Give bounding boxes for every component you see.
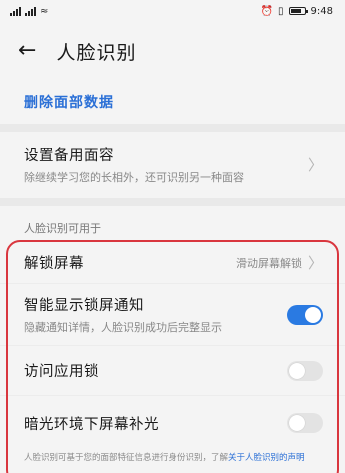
delete-face-data-row: 删除面部数据	[0, 80, 345, 122]
low-light-fill-toggle[interactable]	[287, 413, 323, 433]
backup-face-subtitle: 除继续学习您的长相外，还可识别另一种面容	[24, 170, 244, 184]
status-bar: ≈ ⏰ ▯ 9:48	[0, 0, 345, 22]
signal-icon	[10, 6, 21, 16]
backup-face-text: 设置备用面容 除继续学习您的长相外，还可识别另一种面容	[24, 144, 244, 185]
backup-face-row[interactable]: 设置备用面容 除继续学习您的长相外，还可识别另一种面容 〉	[0, 132, 345, 196]
battery-icon	[288, 7, 308, 15]
status-right: ⏰ ▯ 9:48	[261, 6, 333, 17]
footer-note: 人脸识别可基于您的面部特征信息进行身份识别，了解关于人脸识别的声明	[0, 452, 345, 464]
page-title: 人脸识别	[56, 41, 137, 64]
unlock-screen-value: 滑动屏幕解锁	[235, 256, 302, 270]
chevron-right-icon: 〉	[307, 254, 323, 272]
app-lock-title: 访问应用锁	[24, 364, 99, 380]
section-label: 人脸识别可用于	[24, 222, 101, 235]
unlock-screen-value-group: 滑动屏幕解锁 〉	[236, 252, 323, 273]
low-light-fill-row: 暗光环境下屏幕补光	[0, 396, 345, 450]
status-left: ≈	[10, 6, 48, 17]
smart-notifications-row: 智能显示锁屏通知 隐藏通知详情，人脸识别成功后完整显示	[0, 284, 345, 346]
signal-icon	[25, 6, 36, 16]
alarm-icon: ⏰	[260, 5, 274, 17]
toggle-knob	[305, 306, 321, 323]
smart-notifications-subtitle: 隐藏通知详情，人脸识别成功后完整显示	[24, 321, 222, 334]
vibrate-icon: ▯	[278, 5, 284, 17]
smart-notifications-title: 智能显示锁屏通知	[24, 298, 144, 314]
title-bar: ← 人脸识别	[0, 22, 345, 80]
smart-notifications-text: 智能显示锁屏通知 隐藏通知详情，人脸识别成功后完整显示	[24, 294, 222, 335]
status-time: 9:48	[310, 5, 333, 17]
wifi-icon: ≈	[40, 5, 49, 17]
toggle-knob	[289, 362, 305, 379]
smart-notifications-toggle[interactable]	[287, 304, 323, 325]
section-divider	[0, 198, 345, 206]
unlock-screen-title: 解锁屏幕	[24, 256, 84, 272]
backup-face-title: 设置备用面容	[24, 147, 114, 164]
chevron-right-icon: 〉	[307, 155, 323, 174]
unlock-screen-row[interactable]: 解锁屏幕 滑动屏幕解锁 〉	[0, 242, 345, 284]
face-recognition-statement-link[interactable]: 关于人脸识别的声明	[228, 453, 305, 463]
app-lock-toggle[interactable]	[287, 360, 323, 381]
low-light-fill-title: 暗光环境下屏幕补光	[24, 416, 159, 433]
delete-face-data-link[interactable]: 删除面部数据	[24, 95, 114, 111]
toggle-knob	[289, 415, 305, 431]
app-lock-row: 访问应用锁	[0, 346, 345, 396]
footer-note-text: 人脸识别可基于您的面部特征信息进行身份识别，了解	[24, 453, 229, 463]
back-arrow-icon[interactable]: ←	[18, 40, 36, 62]
section-divider	[0, 124, 345, 132]
